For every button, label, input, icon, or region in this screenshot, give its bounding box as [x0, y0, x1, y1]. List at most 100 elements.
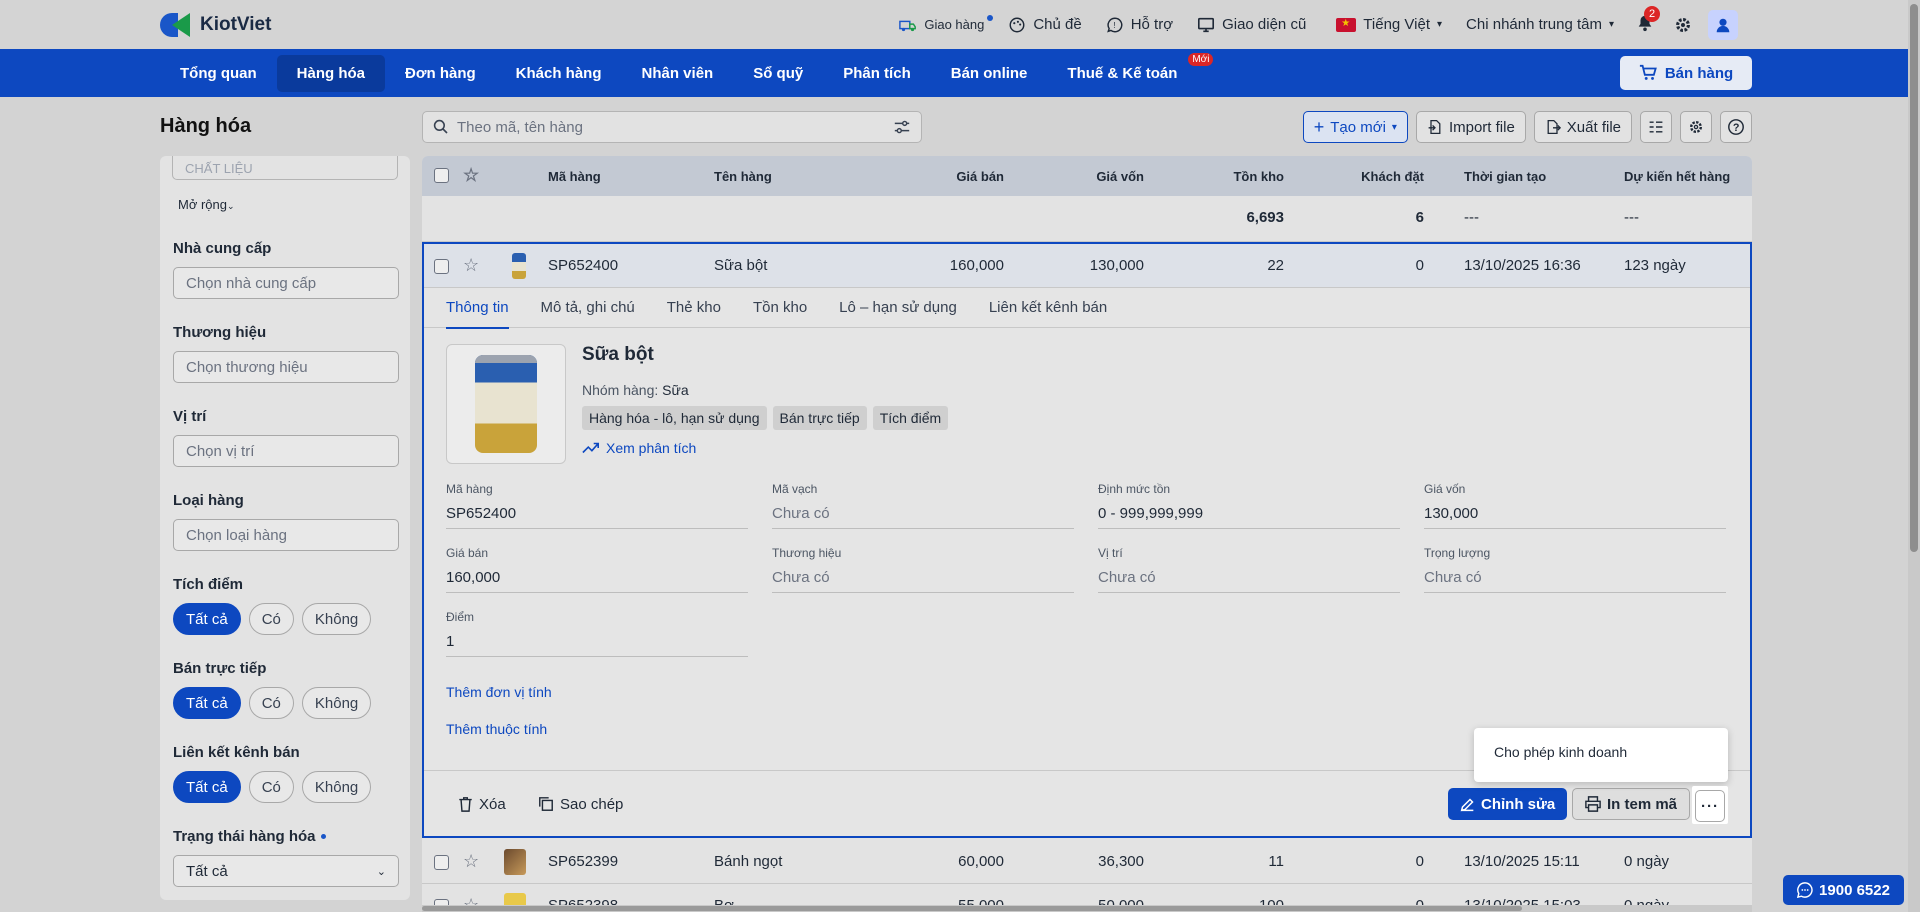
tab-info[interactable]: Thông tin	[446, 288, 509, 329]
sell-button[interactable]: Bán hàng	[1620, 56, 1752, 90]
col-cost[interactable]: Giá vốn	[982, 169, 1144, 184]
tag-lot: Hàng hóa - lô, hạn sử dụng	[582, 406, 767, 430]
tab-description[interactable]: Mô tả, ghi chú	[541, 288, 635, 328]
print-label: In tem mã	[1607, 795, 1678, 813]
column-view-button[interactable]	[1640, 111, 1672, 143]
col-name[interactable]: Tên hàng	[714, 169, 772, 184]
horizontal-scroll-thumb[interactable]	[422, 906, 1522, 911]
col-price[interactable]: Giá bán	[842, 169, 1004, 184]
import-file-button[interactable]: Import file	[1415, 111, 1526, 143]
direct-no-pill[interactable]: Không	[301, 687, 372, 719]
col-stock[interactable]: Tồn kho	[1122, 169, 1284, 184]
print-barcode-button[interactable]: In tem mã	[1572, 788, 1691, 820]
status-select[interactable]: Tất cả ⌄	[173, 855, 399, 887]
create-new-button[interactable]: + Tạo mới ▾	[1302, 111, 1408, 143]
star-icon[interactable]: ☆	[463, 255, 479, 276]
points-no-pill[interactable]: Không	[301, 603, 372, 635]
col-ordered[interactable]: Khách đặt	[1262, 169, 1424, 184]
nav-employees[interactable]: Nhân viên	[622, 55, 734, 92]
hotline-button[interactable]: 1900 6522	[1783, 875, 1904, 905]
horizontal-scrollbar[interactable]	[422, 905, 1752, 912]
vertical-scroll-thumb[interactable]	[1910, 4, 1918, 552]
export-icon	[1547, 119, 1561, 135]
copy-button[interactable]: Sao chép	[538, 788, 623, 820]
vietnam-flag-icon	[1336, 17, 1357, 32]
col-code[interactable]: Mã hàng	[548, 169, 601, 184]
direct-all-pill[interactable]: Tất cả	[173, 687, 241, 719]
export-file-button[interactable]: Xuất file	[1533, 111, 1632, 143]
channel-yes-pill[interactable]: Có	[248, 771, 294, 803]
old-ui-link[interactable]: Giao diện cũ	[1197, 16, 1306, 34]
nav-orders[interactable]: Đơn hàng	[385, 55, 496, 92]
tab-inventory[interactable]: Tồn kho	[753, 288, 807, 328]
expand-link[interactable]: Mở rộng⌄	[178, 197, 235, 212]
user-icon	[1716, 18, 1730, 32]
points-all-pill[interactable]: Tất cả	[173, 603, 241, 635]
filter-sliders-icon[interactable]	[893, 118, 911, 136]
tab-lot-expiry[interactable]: Lô – hạn sử dụng	[839, 288, 957, 328]
delete-button[interactable]: Xóa	[458, 788, 506, 820]
supplier-input[interactable]: Chọn nhà cung cấp	[173, 267, 399, 299]
milk-can-icon	[475, 355, 537, 453]
nav-analytics[interactable]: Phân tích	[823, 55, 931, 92]
star-icon[interactable]: ☆	[463, 851, 479, 872]
field-location-label: Vị trí	[1098, 546, 1123, 560]
logo[interactable]: KiotViet	[160, 10, 271, 40]
star-icon[interactable]: ☆	[463, 165, 479, 186]
row-checkbox[interactable]	[434, 855, 449, 870]
select-all-checkbox[interactable]	[434, 168, 449, 183]
row-checkbox[interactable]	[434, 259, 449, 274]
delivery-link[interactable]: Giao hàng	[899, 14, 994, 34]
theme-link[interactable]: Chủ đề	[1008, 16, 1082, 34]
brand-name: KiotViet	[200, 14, 272, 35]
svg-text:!: !	[1113, 21, 1115, 30]
channel-no-pill[interactable]: Không	[301, 771, 372, 803]
row-created: 13/10/2025 15:11	[1464, 853, 1580, 870]
nav-tax-accounting[interactable]: Thuế & Kế toán Mới	[1047, 52, 1214, 92]
row-ordered: 0	[1415, 257, 1424, 274]
tab-stock-card[interactable]: Thẻ kho	[667, 288, 721, 328]
col-eta[interactable]: Dự kiến hết hàng	[1624, 169, 1730, 184]
table-row[interactable]: ☆ SP652399 Bánh ngọt 60,000 36,300 11 0 …	[422, 840, 1752, 884]
language-dropdown[interactable]: Tiếng Việt ▾	[1336, 16, 1442, 33]
sell-label: Bán hàng	[1664, 64, 1734, 82]
app-window: KiotViet Giao hàng Chủ đề ! Hỗ trợ Giao …	[0, 0, 1908, 912]
tab-channels[interactable]: Liên kết kênh bán	[989, 288, 1107, 328]
location-input[interactable]: Chọn vị trí	[173, 435, 399, 467]
direct-yes-pill[interactable]: Có	[248, 687, 294, 719]
type-filter: Loại hàng Chọn loại hàng	[173, 492, 399, 551]
search-box[interactable]: Theo mã, tên hàng	[422, 111, 922, 143]
settings-button[interactable]	[1674, 16, 1692, 34]
table-row[interactable]: ☆ SP652400 Sữa bột 160,000 130,000 22 0 …	[424, 244, 1750, 288]
table-settings-button[interactable]	[1680, 111, 1712, 143]
nav-online-sales[interactable]: Bán online	[931, 55, 1048, 92]
col-created[interactable]: Thời gian tạo	[1464, 169, 1546, 184]
user-avatar-button[interactable]	[1708, 9, 1738, 40]
channel-all-pill[interactable]: Tất cả	[173, 771, 241, 803]
view-analysis-link[interactable]: Xem phân tích	[582, 440, 696, 456]
field-location: Vị trí Chưa có	[1098, 546, 1400, 593]
help-button[interactable]: ?	[1720, 111, 1752, 143]
search-input[interactable]: Theo mã, tên hàng	[457, 119, 885, 136]
pencil-icon	[1460, 797, 1474, 811]
material-filter[interactable]: CHẤT LIỆU	[172, 156, 398, 180]
edit-button[interactable]: Chỉnh sửa	[1448, 788, 1568, 820]
nav-customers[interactable]: Khách hàng	[496, 55, 622, 92]
import-icon	[1428, 119, 1441, 135]
branch-dropdown[interactable]: Chi nhánh trung tâm ▾	[1466, 16, 1614, 33]
points-yes-pill[interactable]: Có	[248, 603, 294, 635]
notification-button[interactable]: 2	[1636, 5, 1660, 36]
more-actions-button[interactable]: ···	[1695, 790, 1725, 822]
allow-business-menu-item[interactable]: Cho phép kinh doanh	[1494, 744, 1708, 760]
nav-cashbook[interactable]: Sổ quỹ	[733, 55, 823, 92]
brand-input[interactable]: Chọn thương hiệu	[173, 351, 399, 383]
nav-products[interactable]: Hàng hóa	[276, 54, 385, 92]
vertical-scrollbar[interactable]	[1908, 0, 1920, 912]
support-link[interactable]: ! Hỗ trợ	[1106, 16, 1173, 34]
add-unit-link[interactable]: Thêm đơn vị tính	[446, 684, 552, 700]
add-attribute-link[interactable]: Thêm thuộc tính	[446, 721, 547, 737]
chevron-down-icon: ⌄	[227, 201, 235, 211]
type-input[interactable]: Chọn loại hàng	[173, 519, 399, 551]
row-price: 160,000	[949, 257, 1004, 274]
nav-overview[interactable]: Tổng quan	[160, 55, 277, 92]
